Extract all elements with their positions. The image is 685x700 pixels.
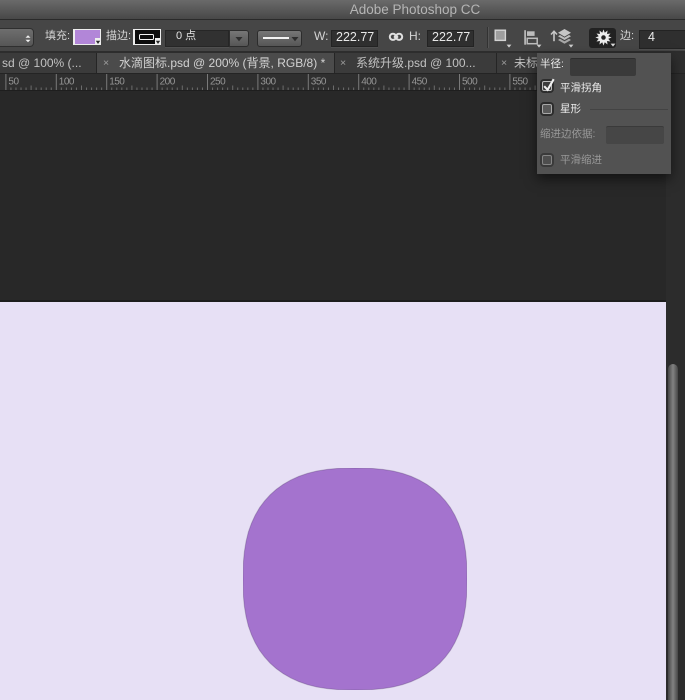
svg-text:250: 250 [210, 77, 226, 88]
svg-text:500: 500 [462, 77, 478, 88]
svg-text:550: 550 [512, 77, 528, 88]
svg-text:450: 450 [412, 77, 428, 88]
svg-text:400: 400 [361, 77, 377, 88]
svg-text:200: 200 [160, 77, 176, 88]
svg-text:350: 350 [311, 77, 327, 88]
svg-text:100: 100 [59, 77, 75, 88]
svg-text:300: 300 [260, 77, 276, 88]
svg-text:150: 150 [109, 77, 125, 88]
svg-text:50: 50 [8, 77, 19, 88]
